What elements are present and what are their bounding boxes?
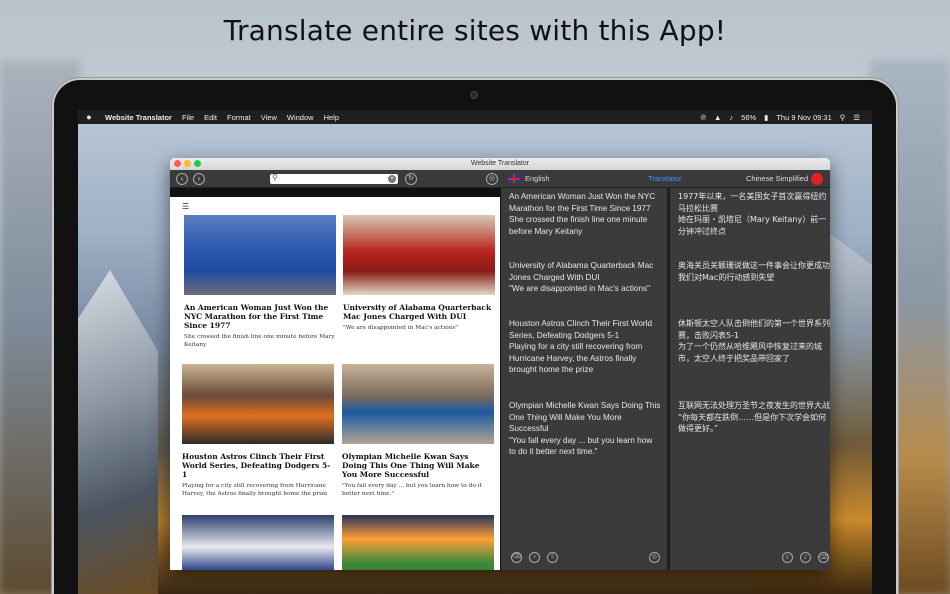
notification-center-icon[interactable]: ☰: [849, 113, 864, 122]
battery-percent[interactable]: 56%: [737, 113, 760, 122]
menu-edit[interactable]: Edit: [199, 113, 222, 122]
search-icon: ⚲: [272, 173, 278, 182]
article-title[interactable]: University of Alabama Quarterback Mac Jo…: [343, 303, 495, 321]
web-browser-pane[interactable]: ☰ An American Woman Just Won the NYC Mar…: [170, 188, 500, 570]
zoom-window-button[interactable]: [194, 160, 201, 167]
article-card[interactable]: An American Woman Just Won the NYC Marat…: [184, 215, 336, 349]
menu-format[interactable]: Format: [222, 113, 256, 122]
minimize-window-button[interactable]: [184, 160, 191, 167]
source-paragraph[interactable]: Olympian Michelle Kwan Says Doing This O…: [509, 400, 661, 458]
menu-file[interactable]: File: [177, 113, 199, 122]
speaker-icon[interactable]: ♪: [800, 552, 811, 563]
translated-paragraph[interactable]: 1977年以来，一名美国女子首次赢得纽约马拉松比赛 她在玛丽・凯塔尼（Mary …: [678, 191, 830, 237]
hamburger-menu-icon[interactable]: ☰: [182, 202, 189, 211]
translated-paragraph[interactable]: 奥海关员关颖珊说做这一件事会让你更成功 我们对Mac的行动感到失望: [678, 260, 830, 283]
laptop-frame: ● Website Translator File Edit Format Vi…: [54, 80, 896, 594]
camera-icon: [470, 91, 478, 99]
window-titlebar: Website Translator: [170, 158, 830, 170]
globe-icon[interactable]: ◎: [649, 552, 660, 563]
close-window-button[interactable]: [174, 160, 181, 167]
source-paragraph[interactable]: University of Alabama Quarterback Mac Jo…: [509, 260, 661, 295]
target-language-selector[interactable]: Chinese Simplified: [746, 174, 808, 183]
mac-menubar: ● Website Translator File Edit Format Vi…: [78, 110, 872, 124]
window-title: Website Translator: [470, 160, 530, 167]
translated-paragraph[interactable]: 互联网无法处理万圣节之夜发生的世界大战 “你每天都在跌倒……但是你下次学会如何做…: [678, 400, 830, 435]
article-title[interactable]: Olympian Michelle Kwan Says Doing This O…: [342, 452, 494, 479]
promo-headline: Translate entire sites with this App!: [223, 14, 727, 47]
app-window: Website Translator ‹ › ⚲ × ↻ ◎ English T…: [170, 158, 830, 570]
article-snippet: She crossed the finish line one minute b…: [184, 334, 335, 348]
article-card[interactable]: [342, 515, 494, 570]
wifi-icon[interactable]: ▲: [710, 113, 725, 122]
uk-flag-icon[interactable]: [508, 174, 520, 183]
article-title[interactable]: Houston Astros Clinch Their First World …: [182, 452, 334, 479]
baseball-photo[interactable]: [182, 515, 334, 570]
back-arrow-icon[interactable]: ‹: [176, 173, 188, 185]
article-snippet: "We are disappointed in Mac's actions": [343, 325, 458, 331]
source-text-pane[interactable]: An American Woman Just Won the NYC Marat…: [500, 188, 666, 570]
china-flag-icon[interactable]: [811, 173, 823, 185]
article-title[interactable]: An American Woman Just Won the NYC Marat…: [184, 303, 336, 330]
translation-pane-footer: ⇧ ♪ ⌫: [678, 552, 829, 564]
quarterback-photo[interactable]: [343, 215, 495, 295]
astros-photo[interactable]: [182, 364, 334, 444]
wallpaper-mountain-left: [78, 270, 158, 594]
clear-search-icon[interactable]: ×: [388, 175, 396, 183]
clock[interactable]: Thu 9 Nov 09:31: [772, 113, 835, 122]
article-card[interactable]: Houston Astros Clinch Their First World …: [182, 364, 334, 498]
menu-view[interactable]: View: [256, 113, 282, 122]
source-pane-footer: ⌫ ♪ ⇧ ◎: [509, 552, 660, 564]
menu-window[interactable]: Window: [282, 113, 319, 122]
translator-tab[interactable]: Translator: [648, 174, 681, 183]
article-snippet: Playing for a city still recovering from…: [182, 483, 328, 497]
menu-app-name[interactable]: Website Translator: [100, 113, 177, 122]
article-snippet: "You fall every day ... but you learn ho…: [342, 483, 482, 497]
article-card[interactable]: Olympian Michelle Kwan Says Doing This O…: [342, 364, 494, 498]
share-icon[interactable]: ⇧: [782, 552, 793, 563]
forward-arrow-icon[interactable]: ›: [193, 173, 205, 185]
site-header-bar: [170, 188, 500, 197]
translated-paragraph[interactable]: 休斯顿太空人队击倒他们的第一个世界系列赛，击败闪表5-1 为了一个仍然从哈维飓风…: [678, 318, 830, 364]
article-card[interactable]: University of Alabama Quarterback Mac Jo…: [343, 215, 495, 332]
trash-icon[interactable]: ⌫: [511, 552, 522, 563]
share-icon[interactable]: ⇧: [547, 552, 558, 563]
marathon-photo[interactable]: [184, 215, 336, 295]
speaker-icon[interactable]: ♪: [529, 552, 540, 563]
apple-menu-icon[interactable]: ●: [78, 112, 100, 122]
translate-icon[interactable]: ◎: [486, 173, 498, 185]
spotlight-icon[interactable]: ⚲: [836, 113, 850, 122]
michelle-kwan-photo[interactable]: [342, 364, 494, 444]
stadium-photo[interactable]: [342, 515, 494, 570]
volume-icon[interactable]: ♪: [725, 113, 737, 122]
url-search-input[interactable]: ⚲ ×: [270, 173, 398, 184]
source-paragraph[interactable]: Houston Astros Clinch Their First World …: [509, 318, 661, 376]
menu-help[interactable]: Help: [319, 113, 344, 122]
laptop-screen: ● Website Translator File Edit Format Vi…: [78, 110, 872, 594]
article-card[interactable]: [182, 515, 334, 570]
toolbar: ‹ › ⚲ × ↻ ◎ English Translator Chinese S…: [170, 170, 830, 188]
trash-icon[interactable]: ⌫: [818, 552, 829, 563]
source-language-selector[interactable]: English: [525, 174, 550, 183]
translation-pane[interactable]: 1977年以来，一名美国女子首次赢得纽约马拉松比赛 她在玛丽・凯塔尼（Mary …: [668, 188, 830, 570]
source-paragraph[interactable]: An American Woman Just Won the NYC Marat…: [509, 191, 661, 237]
battery-icon[interactable]: ▮: [760, 113, 772, 122]
bluetooth-icon[interactable]: ℗: [696, 113, 710, 122]
reload-icon[interactable]: ↻: [405, 173, 417, 185]
